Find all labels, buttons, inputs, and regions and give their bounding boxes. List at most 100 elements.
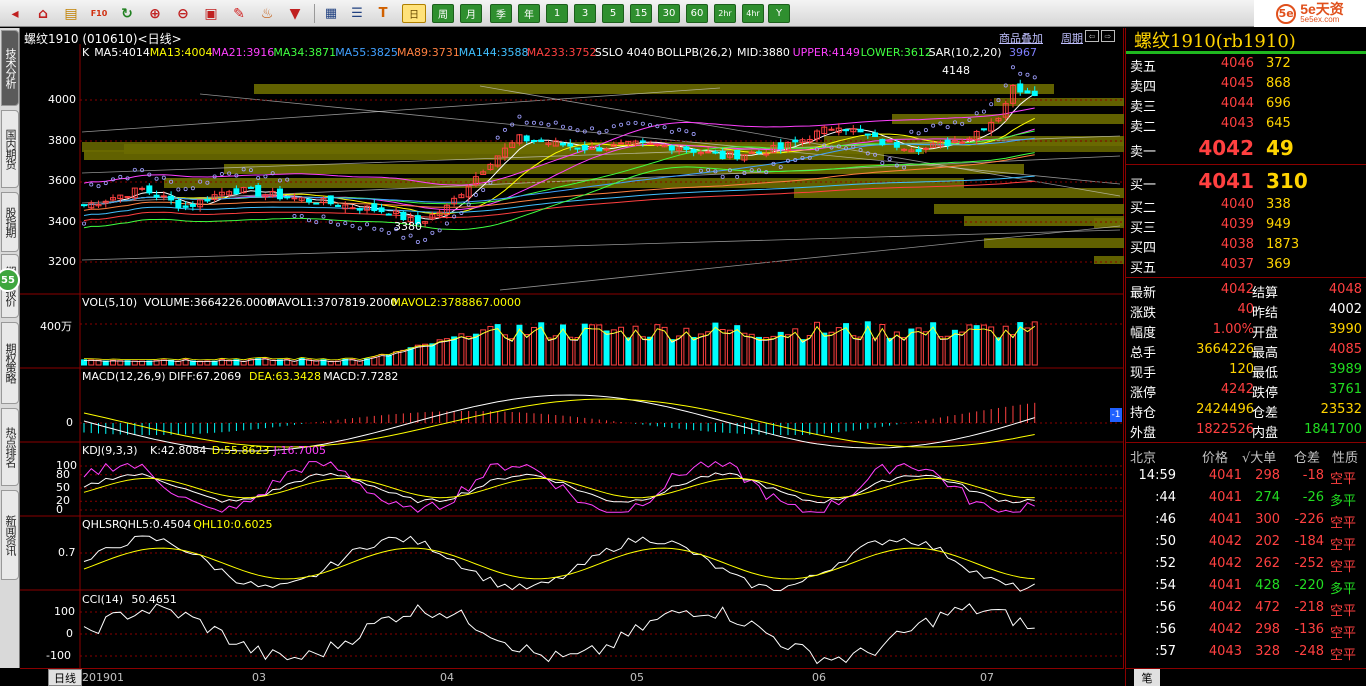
- ask-volume: 645: [1266, 116, 1291, 131]
- compare-link[interactable]: 商品叠加: [999, 30, 1043, 46]
- ask-row[interactable]: 卖五 4046 372: [1126, 54, 1366, 75]
- tick-row: :54 4041 428 -220 多平: [1126, 575, 1366, 597]
- tick-row: :56 4042 298 -136 空平: [1126, 619, 1366, 641]
- sar-dot: [481, 188, 486, 193]
- main-legend-13: LOWER:3612: [860, 46, 932, 59]
- filter-icon[interactable]: ▼: [284, 3, 306, 24]
- x-date-label: 03: [252, 671, 266, 684]
- left-tab-2[interactable]: 股指期: [1, 192, 19, 252]
- candle-body: [189, 203, 196, 207]
- lamp-icon[interactable]: ♨: [256, 3, 278, 24]
- nav-right-icon[interactable]: ⇨: [1101, 30, 1115, 42]
- sar-dot: [1032, 75, 1037, 80]
- period-button-3[interactable]: 季: [490, 4, 512, 23]
- left-tab-6[interactable]: 新闻资讯: [1, 490, 19, 580]
- ask-row[interactable]: 卖四 4045 868: [1126, 74, 1366, 95]
- ask-row[interactable]: 卖一 4042 49: [1126, 134, 1366, 162]
- period-button-8[interactable]: 15: [630, 4, 652, 23]
- table-icon[interactable]: ▦: [320, 3, 342, 24]
- sar-dot: [82, 221, 87, 226]
- period-button-0[interactable]: 日: [402, 4, 426, 23]
- volume-bar: [545, 337, 552, 366]
- sar-dot: [502, 127, 507, 132]
- tick-time: :54: [1155, 578, 1176, 593]
- draw-icon[interactable]: ✎: [228, 3, 250, 24]
- daily-tab[interactable]: 日线: [48, 669, 82, 686]
- stat-label: 现手: [1130, 366, 1157, 381]
- period-button-9[interactable]: 30: [658, 4, 680, 23]
- bid-row[interactable]: 买三 4039 949: [1126, 215, 1366, 236]
- stat-label: 外盘: [1130, 426, 1157, 441]
- window-icon[interactable]: ▣: [200, 3, 222, 24]
- tick-nature: 空平: [1330, 516, 1357, 531]
- volume-bar: [625, 337, 632, 366]
- candle-body: [901, 148, 908, 151]
- period-button-1[interactable]: 周: [432, 4, 454, 23]
- tick-volume: 298: [1255, 468, 1280, 483]
- ask-row[interactable]: 卖三 4044 696: [1126, 94, 1366, 115]
- nav-left-icon[interactable]: ⇦: [1085, 30, 1099, 42]
- left-tab-5[interactable]: 热点排名: [1, 408, 19, 486]
- bid-row[interactable]: 买四 4038 1873: [1126, 235, 1366, 256]
- home-icon[interactable]: ⌂: [32, 3, 54, 24]
- volume-bar: [741, 332, 748, 366]
- period-link[interactable]: 周期: [1061, 30, 1083, 46]
- candle-body: [182, 205, 189, 208]
- tick-volume: 300: [1255, 512, 1280, 527]
- candle-body: [915, 149, 922, 152]
- volume-bar: [552, 335, 559, 366]
- candle-body: [175, 199, 182, 209]
- period-button-6[interactable]: 3: [574, 4, 596, 23]
- candle-body: [327, 195, 334, 205]
- bid-row[interactable]: 买一 4041 310: [1126, 167, 1366, 195]
- macd-marker[interactable]: -1: [1110, 408, 1122, 422]
- period-button-13[interactable]: Y: [768, 4, 790, 23]
- sar-dot: [648, 122, 653, 127]
- period-button-12[interactable]: 4hr: [742, 4, 764, 23]
- candle-body: [153, 194, 160, 198]
- main-legend-15: 3967: [1009, 46, 1037, 59]
- candle-body: [777, 142, 784, 150]
- trend-line: [81, 87, 721, 133]
- f10-icon[interactable]: F10: [88, 3, 110, 24]
- period-button-11[interactable]: 2hr: [714, 4, 736, 23]
- list-icon[interactable]: ☰: [346, 3, 368, 24]
- left-tab-0[interactable]: 技术分析: [1, 30, 19, 106]
- macd-legend-1: DIFF:67.2069: [168, 370, 242, 383]
- sar-dot: [684, 129, 689, 134]
- bid-volume: 310: [1266, 169, 1308, 193]
- ask-row[interactable]: 卖二 4043 645: [1126, 114, 1366, 135]
- volume-bar: [509, 338, 516, 366]
- volume-bar: [581, 323, 588, 366]
- bid-price: 4037: [1220, 257, 1254, 272]
- price-axis-label: 3200: [48, 255, 76, 268]
- bid-row[interactable]: 买五 4037 369: [1126, 255, 1366, 276]
- ask-volume: 49: [1266, 136, 1294, 160]
- tick-nature: 空平: [1330, 604, 1357, 619]
- bid-row[interactable]: 买二 4040 338: [1126, 195, 1366, 216]
- zoom-in-icon[interactable]: ⊕: [144, 3, 166, 24]
- tick-diff: -248: [1294, 644, 1324, 659]
- cci-legend-0: CCI(14): [82, 593, 124, 606]
- period-button-5[interactable]: 1: [546, 4, 568, 23]
- period-button-2[interactable]: 月: [460, 4, 482, 23]
- main-legend-12: UPPER:4149: [792, 46, 860, 59]
- left-tab-1[interactable]: 国内期货: [1, 110, 19, 188]
- quote-panel: 螺纹1910(rb1910) 卖五 4046 372 卖四 4045 868 卖三 4044 6…: [1125, 28, 1366, 686]
- bid-label: 买一: [1130, 178, 1157, 193]
- volume-bar: [429, 343, 436, 366]
- save-icon[interactable]: ▤: [60, 3, 82, 24]
- period-button-4[interactable]: 年: [518, 4, 540, 23]
- back-icon[interactable]: ◂: [4, 3, 26, 24]
- chart-area[interactable]: 螺纹1910 (010610)<日线> 商品叠加 周期 ⇦ ⇨ 4000 3800…: [20, 28, 1124, 668]
- zoom-out-icon[interactable]: ⊖: [172, 3, 194, 24]
- tick-tab[interactable]: 笔: [1134, 669, 1160, 686]
- period-button-7[interactable]: 5: [602, 4, 624, 23]
- stat-row: 总手 3664226 最高 4085: [1126, 340, 1366, 361]
- tick-volume: 328: [1255, 644, 1280, 659]
- period-button-10[interactable]: 60: [686, 4, 708, 23]
- left-tab-4[interactable]: 期权策略: [1, 322, 19, 404]
- refresh-icon[interactable]: ↻: [116, 3, 138, 24]
- tick-icon[interactable]: T: [372, 3, 394, 24]
- stat-row: 外盘 1822526 内盘 1841700: [1126, 420, 1366, 441]
